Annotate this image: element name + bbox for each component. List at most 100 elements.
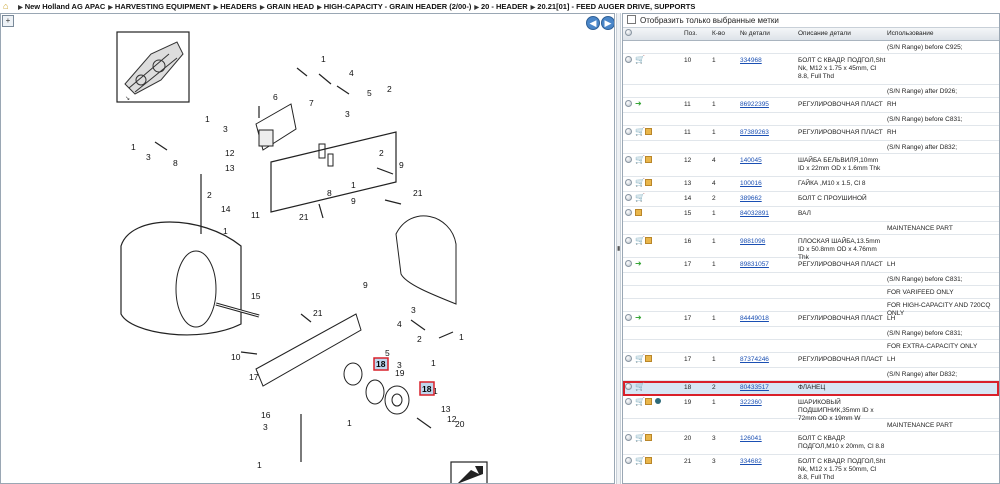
add-to-cart-icon[interactable]: 🛒 xyxy=(635,194,645,202)
breadcrumb-item[interactable]: HEADERS xyxy=(220,2,257,11)
column-qty[interactable]: К-во xyxy=(712,30,725,37)
status-dot-icon[interactable] xyxy=(625,434,632,441)
table-note-row: (S/N Range) after D832; xyxy=(623,368,999,381)
part-number-link[interactable]: 126041 xyxy=(740,435,762,442)
status-dot-icon[interactable] xyxy=(625,128,632,135)
part-number-link[interactable]: 89831057 xyxy=(740,261,769,268)
table-row[interactable]: 🛒 13 4 100016 ГАЙКА ,M10 x 1.5, Cl 8 xyxy=(623,177,999,192)
table-row-selected[interactable]: 🛒 18 2 80433517 ФЛАНЕЦ xyxy=(623,381,999,396)
position: 19 xyxy=(684,399,692,406)
table-row[interactable]: 🛒 11 1 87389263 РЕГУЛИРОВОЧНАЯ ПЛАСТ RH xyxy=(623,126,999,141)
status-dot-icon[interactable] xyxy=(625,209,632,216)
part-number-link[interactable]: 87374246 xyxy=(740,356,769,363)
status-dot-icon[interactable] xyxy=(625,194,632,201)
status-dot-icon[interactable] xyxy=(625,457,632,464)
usage-note: (S/N Range) before C831; xyxy=(887,276,963,283)
add-to-cart-icon[interactable]: 🛒 xyxy=(635,398,645,406)
breadcrumb-item[interactable]: HARVESTING EQUIPMENT xyxy=(115,2,211,11)
status-dot-icon[interactable] xyxy=(625,56,632,63)
part-description: БОЛТ С КВАДР. ПОДГОЛ,Sht Nk, M12 x 1.75 … xyxy=(798,458,886,481)
table-row[interactable]: 🛒 16 1 9881096 ПЛОСКАЯ ШАЙБА,13.5mm ID x 50.… xyxy=(623,235,999,261)
add-to-cart-icon[interactable]: 🛒 xyxy=(635,128,645,136)
part-description: РЕГУЛИРОВОЧНАЯ ПЛАСТ xyxy=(798,129,883,136)
breadcrumb-item[interactable]: HIGH-CAPACITY - GRAIN HEADER (2/00-) xyxy=(324,2,472,11)
diagram-thumbnail[interactable]: ↘ xyxy=(116,31,190,103)
table-row[interactable]: 🛒 12 4 140045 ШАЙБА БЕЛЬВИЛЯ,10mm ID x 22mm … xyxy=(623,154,999,177)
usage-note: (S/N Range) before C925; xyxy=(887,44,963,51)
exploded-diagram[interactable]: ↘ 142 536 713 138 12132 1412 919 8 2111 … xyxy=(1,14,614,483)
part-description: БОЛТ С КВАДР. ПОДГОЛ,Sht Nk, M12 x 1.75 … xyxy=(798,57,886,80)
table-row[interactable]: ➜ 11 1 86922395 РЕГУЛИРОВОЧНАЯ ПЛАСТ RH xyxy=(623,98,999,113)
breadcrumb-item[interactable]: New Holland AG APAC xyxy=(25,2,106,11)
svg-text:2: 2 xyxy=(417,334,422,344)
status-dot-icon[interactable] xyxy=(625,383,632,390)
add-to-cart-icon[interactable]: 🛒 xyxy=(635,237,645,245)
table-row[interactable]: 🛒 14 2 389662 БОЛТ С ПРОУШИНОЙ xyxy=(623,192,999,207)
table-row[interactable]: ➜ 17 1 89831057 РЕГУЛИРОВОЧНАЯ ПЛАСТ LH xyxy=(623,258,999,273)
table-row[interactable]: 🛒 17 1 87374246 РЕГУЛИРОВОЧНАЯ ПЛАСТ LH xyxy=(623,353,999,368)
column-description[interactable]: Описание детали xyxy=(798,30,851,37)
table-row[interactable]: 🛒 19 1 322360 ШАРИКОВЫЙ ПОДШИПНИК,35mm ID x … xyxy=(623,396,999,422)
part-number-link[interactable]: 334682 xyxy=(740,458,762,465)
status-dot-icon[interactable] xyxy=(625,260,632,267)
quantity: 1 xyxy=(712,129,716,136)
status-dot-icon[interactable] xyxy=(625,237,632,244)
column-pos[interactable]: Поз. xyxy=(684,30,697,37)
package-icon xyxy=(645,156,652,163)
table-row[interactable]: 🛒 10 1 334968 БОЛТ С КВАДР. ПОДГОЛ,Sht Nk, M… xyxy=(623,54,999,85)
show-selected-only-checkbox[interactable] xyxy=(627,15,636,24)
part-number-link[interactable]: 322360 xyxy=(740,399,762,406)
part-number-link[interactable]: 334968 xyxy=(740,57,762,64)
table-note-row: FOR VARIFEED ONLY xyxy=(623,286,999,299)
status-dot-icon[interactable] xyxy=(625,398,632,405)
package-icon xyxy=(645,237,652,244)
status-dot-icon[interactable] xyxy=(625,355,632,362)
status-dot-icon[interactable] xyxy=(625,179,632,186)
add-to-cart-icon[interactable]: 🛒 xyxy=(635,56,645,64)
status-dot-icon[interactable] xyxy=(625,314,632,321)
panel-splitter[interactable]: ▮ xyxy=(616,13,621,484)
quantity: 1 xyxy=(712,356,716,363)
splitter-handle-icon[interactable]: ▮ xyxy=(617,245,620,252)
part-number-link[interactable]: 86922395 xyxy=(740,101,769,108)
zoom-button[interactable]: + xyxy=(2,15,14,27)
home-icon[interactable]: ⌂ xyxy=(3,0,13,12)
svg-text:18: 18 xyxy=(422,384,432,394)
usage: LH xyxy=(887,315,896,322)
part-description: РЕГУЛИРОВОЧНАЯ ПЛАСТ xyxy=(798,356,883,363)
position: 10 xyxy=(684,57,692,64)
add-to-cart-icon[interactable]: 🛒 xyxy=(635,156,645,164)
add-to-cart-icon[interactable]: 🛒 xyxy=(635,355,645,363)
breadcrumb-item[interactable]: 20.21[01] - FEED AUGER DRIVE, SUPPORTS xyxy=(537,2,695,11)
status-dot-icon[interactable] xyxy=(625,156,632,163)
part-number-link[interactable]: 84032891 xyxy=(740,210,769,217)
status-dot-icon[interactable] xyxy=(625,100,632,107)
add-to-cart-icon[interactable]: 🛒 xyxy=(635,434,645,442)
quantity: 3 xyxy=(712,435,716,442)
add-to-cart-icon[interactable]: 🛒 xyxy=(635,179,645,187)
part-number-link[interactable]: 140045 xyxy=(740,157,762,164)
add-to-cart-icon[interactable]: 🛒 xyxy=(635,457,645,465)
table-row[interactable]: ➜ 17 1 84449018 РЕГУЛИРОВОЧНАЯ ПЛАСТ LH xyxy=(623,312,999,327)
table-row[interactable]: 15 1 84032891 ВАЛ xyxy=(623,207,999,222)
table-row[interactable]: 🛒 21 3 334682 БОЛТ С КВАДР. ПОДГОЛ,Sht Nk, M… xyxy=(623,455,999,483)
usage-note: (S/N Range) after D926; xyxy=(887,88,958,95)
part-number-link[interactable]: 80433517 xyxy=(740,384,769,391)
column-part-number[interactable]: № детали xyxy=(740,30,770,37)
table-header: Поз. К-во № детали Описание детали Испол… xyxy=(623,28,999,41)
breadcrumb-item[interactable]: 20 - HEADER xyxy=(481,2,528,11)
part-number-link[interactable]: 100016 xyxy=(740,180,762,187)
svg-text:↘: ↘ xyxy=(125,96,130,102)
quantity: 1 xyxy=(712,261,716,268)
part-number-link[interactable]: 84449018 xyxy=(740,315,769,322)
table-row[interactable]: 🛒 20 3 126041 БОЛТ С КВАДР. ПОДГОЛ,M10 x 20m… xyxy=(623,432,999,455)
breadcrumb-item[interactable]: GRAIN HEAD xyxy=(267,2,315,11)
previous-diagram-button[interactable]: ◀ xyxy=(586,16,600,30)
part-number-link[interactable]: 389662 xyxy=(740,195,762,202)
part-number-link[interactable]: 9881096 xyxy=(740,238,765,245)
part-number-link[interactable]: 87389263 xyxy=(740,129,769,136)
filter-bar: Отобразить только выбранные метки xyxy=(623,14,999,28)
column-usage[interactable]: Использование xyxy=(887,30,933,37)
add-to-cart-icon[interactable]: 🛒 xyxy=(635,383,645,391)
next-diagram-button[interactable]: ▶ xyxy=(601,16,614,30)
